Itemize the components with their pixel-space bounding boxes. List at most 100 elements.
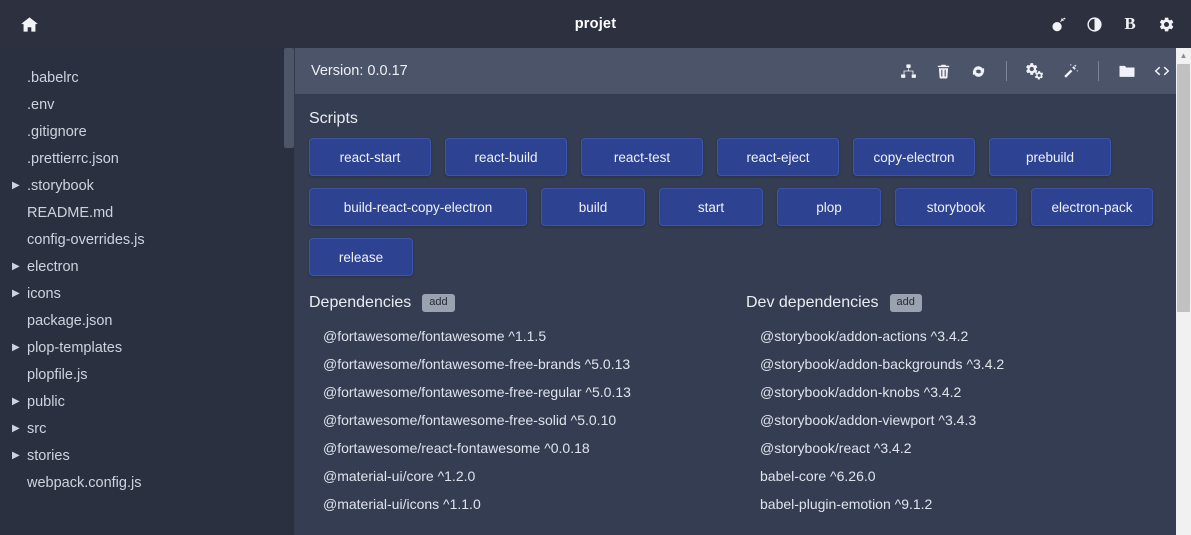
file-tree-item[interactable]: ▶README.md: [0, 199, 294, 226]
chevron-right-icon[interactable]: ▶: [12, 180, 26, 191]
dependency-item[interactable]: @fortawesome/fontawesome-free-brands ^5.…: [309, 350, 746, 378]
file-tree-item-label: .gitignore: [27, 123, 87, 140]
script-button[interactable]: build: [541, 188, 645, 226]
file-tree-item[interactable]: ▶package.json: [0, 307, 294, 334]
file-tree-item[interactable]: ▶config-overrides.js: [0, 226, 294, 253]
dependencies-heading: Dependencies: [309, 294, 412, 311]
file-tree-item[interactable]: ▶webpack.config.js: [0, 469, 294, 496]
dev-dependency-item[interactable]: babel-core ^6.26.0: [746, 462, 1169, 490]
dependency-item[interactable]: @fortawesome/fontawesome ^1.1.5: [309, 322, 746, 350]
titlebar-actions: B: [1047, 13, 1177, 35]
sidebar-scrollbar-thumb[interactable]: [284, 48, 294, 148]
bold-b-icon[interactable]: B: [1119, 13, 1141, 35]
version-bar: Version: 0.0.17: [295, 48, 1191, 94]
dev-dependencies-column: Dev dependencies add @storybook/addon-ac…: [746, 294, 1169, 518]
script-button[interactable]: react-start: [309, 138, 431, 176]
cogs-icon[interactable]: [1024, 60, 1046, 82]
dev-dependency-item[interactable]: @storybook/addon-backgrounds ^3.4.2: [746, 350, 1169, 378]
script-button[interactable]: react-test: [581, 138, 703, 176]
file-tree-item-label: README.md: [27, 204, 114, 221]
dependencies-columns: Dependencies add @fortawesome/fontawesom…: [309, 294, 1169, 518]
file-tree-item[interactable]: ▶plopfile.js: [0, 361, 294, 388]
script-button[interactable]: release: [309, 238, 413, 276]
chevron-right-icon[interactable]: ▶: [12, 450, 26, 461]
file-tree-item[interactable]: ▶ .storybook: [0, 172, 294, 199]
bomb-icon[interactable]: [1047, 13, 1069, 35]
dependency-item[interactable]: @fortawesome/fontawesome-free-regular ^5…: [309, 378, 746, 406]
gear-icon[interactable]: [1155, 13, 1177, 35]
scripts-heading-row: Scripts: [309, 110, 1169, 128]
file-tree-item[interactable]: ▶.prettierrc.json: [0, 145, 294, 172]
file-tree-item[interactable]: ▶ src: [0, 415, 294, 442]
dev-dependencies-heading-row: Dev dependencies add: [746, 294, 1169, 312]
code-icon[interactable]: [1151, 60, 1173, 82]
refresh-icon[interactable]: [967, 60, 989, 82]
file-tree-item[interactable]: ▶ stories: [0, 442, 294, 469]
dependency-item[interactable]: @material-ui/icons ^1.1.0: [309, 490, 746, 518]
chevron-right-icon[interactable]: ▶: [12, 342, 26, 353]
dev-dependency-item[interactable]: babel-plugin-emotion ^9.1.2: [746, 490, 1169, 518]
contrast-icon[interactable]: [1083, 13, 1105, 35]
trash-icon[interactable]: [932, 60, 954, 82]
file-tree-item[interactable]: ▶ electron: [0, 253, 294, 280]
toolbar-separator: [1098, 61, 1099, 81]
dev-dependency-item[interactable]: @storybook/addon-knobs ^3.4.2: [746, 378, 1169, 406]
main-scrollbar-thumb[interactable]: [1177, 64, 1190, 312]
title-bar: projet B: [0, 0, 1191, 48]
project-content: Scripts react-start react-build react-test…: [295, 94, 1191, 535]
file-tree-item[interactable]: ▶ plop-templates: [0, 334, 294, 361]
dev-dependency-item[interactable]: @storybook/addon-viewport ^3.4.3: [746, 406, 1169, 434]
version-text: Version: 0.0.17: [311, 63, 408, 79]
file-tree-item-label: webpack.config.js: [27, 474, 142, 491]
scroll-up-arrow[interactable]: ▲: [1176, 48, 1191, 62]
dependency-item[interactable]: @material-ui/core ^1.2.0: [309, 462, 746, 490]
script-button[interactable]: prebuild: [989, 138, 1111, 176]
dependency-item[interactable]: @fortawesome/react-fontawesome ^0.0.18: [309, 434, 746, 462]
chevron-right-icon[interactable]: ▶: [12, 423, 26, 434]
dev-dependencies-heading: Dev dependencies: [746, 294, 879, 311]
dependency-item[interactable]: @fortawesome/fontawesome-free-solid ^5.0…: [309, 406, 746, 434]
chevron-right-icon[interactable]: ▶: [12, 288, 26, 299]
dev-dependency-item[interactable]: @storybook/addon-actions ^3.4.2: [746, 322, 1169, 350]
dependencies-heading-row: Dependencies add: [309, 294, 746, 312]
file-tree-item[interactable]: ▶ public: [0, 388, 294, 415]
file-tree-item-label: config-overrides.js: [27, 231, 145, 248]
dev-dependency-item[interactable]: @storybook/react ^3.4.2: [746, 434, 1169, 462]
sitemap-icon[interactable]: [897, 60, 919, 82]
chevron-right-icon[interactable]: ▶: [12, 261, 26, 272]
file-tree-item[interactable]: ▶.gitignore: [0, 118, 294, 145]
script-button[interactable]: react-build: [445, 138, 567, 176]
file-tree-item-label: .babelrc: [27, 69, 79, 86]
file-tree-item[interactable]: ▶.babelrc: [0, 64, 294, 91]
file-tree-item-label: stories: [27, 447, 70, 464]
file-tree-item-label: .prettierrc.json: [27, 150, 119, 167]
home-icon[interactable]: [14, 9, 44, 39]
script-button[interactable]: start: [659, 188, 763, 226]
scripts-heading: Scripts: [309, 110, 358, 127]
file-tree-item-label: public: [27, 393, 65, 410]
chevron-right-icon[interactable]: ▶: [12, 396, 26, 407]
add-dependency-button[interactable]: add: [422, 294, 455, 312]
dev-dependencies-list: @storybook/addon-actions ^3.4.2 @storyboo…: [746, 322, 1169, 518]
script-button[interactable]: plop: [777, 188, 881, 226]
file-tree-item-label: plopfile.js: [27, 366, 88, 383]
script-button[interactable]: react-eject: [717, 138, 839, 176]
file-tree-item-label: electron: [27, 258, 79, 275]
folder-icon[interactable]: [1116, 60, 1138, 82]
file-tree-item-label: .env: [27, 96, 55, 113]
script-button[interactable]: build-react-copy-electron: [309, 188, 527, 226]
project-pane: Version: 0.0.17 Scripts react-start reac…: [295, 48, 1191, 535]
scripts-button-group: react-start react-build react-test react-ej…: [309, 138, 1169, 276]
script-button[interactable]: copy-electron: [853, 138, 975, 176]
file-tree-item[interactable]: ▶.env: [0, 91, 294, 118]
file-tree-item[interactable]: ▶ icons: [0, 280, 294, 307]
script-button[interactable]: electron-pack: [1031, 188, 1153, 226]
dependencies-list: @fortawesome/fontawesome ^1.1.5 @fortawes…: [309, 322, 746, 518]
script-button[interactable]: storybook: [895, 188, 1017, 226]
main-scrollbar[interactable]: ▲: [1176, 48, 1191, 535]
add-dev-dependency-button[interactable]: add: [889, 294, 922, 312]
dependencies-column: Dependencies add @fortawesome/fontawesom…: [309, 294, 746, 518]
file-tree-sidebar[interactable]: ▶.babelrc▶.env▶.gitignore▶.prettierrc.js…: [0, 48, 295, 535]
file-tree-item-label: icons: [27, 285, 61, 302]
magic-wand-icon[interactable]: [1059, 60, 1081, 82]
